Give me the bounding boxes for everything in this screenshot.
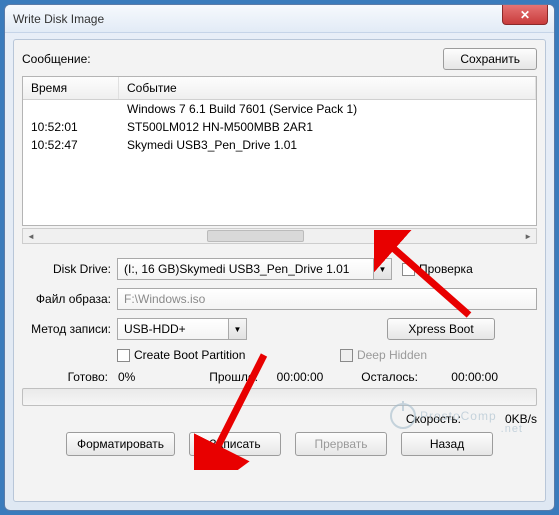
chevron-down-icon: ▼	[373, 259, 391, 279]
annotation-arrow-icon	[374, 230, 484, 330]
elapsed-value: 00:00:00	[262, 370, 338, 384]
abort-button: Прервать	[295, 432, 387, 456]
col-event-header[interactable]: Событие	[119, 77, 536, 99]
log-time: 10:52:01	[23, 118, 119, 136]
close-button[interactable]: ✕	[502, 5, 548, 25]
elapsed-label: Прошло:	[186, 370, 258, 384]
image-file-label: Файл образа:	[22, 292, 117, 306]
format-button[interactable]: Форматировать	[66, 432, 175, 456]
disk-drive-select[interactable]: (I:, 16 GB)Skymedi USB3_Pen_Drive 1.01 ▼	[117, 258, 392, 280]
image-file-field[interactable]: F:\Windows.iso	[117, 288, 537, 310]
message-label: Сообщение:	[22, 52, 112, 66]
window-title: Write Disk Image	[13, 12, 104, 26]
image-file-value: F:\Windows.iso	[124, 292, 205, 306]
log-row[interactable]: 10:52:47 Skymedi USB3_Pen_Drive 1.01	[23, 136, 536, 154]
create-boot-checkbox[interactable]	[117, 349, 130, 362]
scroll-left-icon[interactable]: ◄	[23, 232, 39, 241]
watermark-text: ProstoComp	[420, 409, 497, 423]
watermark: ProstoComp .net	[390, 403, 523, 429]
disk-drive-value: (I:, 16 GB)Skymedi USB3_Pen_Drive 1.01	[124, 262, 349, 276]
write-button[interactable]: Записать	[189, 432, 281, 456]
back-button[interactable]: Назад	[401, 432, 493, 456]
log-row[interactable]: Windows 7 6.1 Build 7601 (Service Pack 1…	[23, 100, 536, 118]
deep-hidden-checkbox	[340, 349, 353, 362]
remain-label: Осталось:	[342, 370, 418, 384]
log-time	[23, 100, 119, 118]
write-method-select[interactable]: USB-HDD+ ▼	[117, 318, 247, 340]
xpress-boot-button[interactable]: Xpress Boot	[387, 318, 495, 340]
log-event: Windows 7 6.1 Build 7601 (Service Pack 1…	[119, 100, 536, 118]
deep-hidden-label: Deep Hidden	[357, 348, 427, 362]
power-icon	[390, 403, 416, 429]
window: Write Disk Image ✕ Сообщение: Сохранить …	[4, 4, 555, 511]
log-row[interactable]: 10:52:01 ST500LM012 HN-M500MBB 2AR1	[23, 118, 536, 136]
log-time: 10:52:47	[23, 136, 119, 154]
log-listview[interactable]: Время Событие Windows 7 6.1 Build 7601 (…	[22, 76, 537, 226]
client-area: Сообщение: Сохранить Время Событие Windo…	[13, 39, 546, 502]
ready-label: Готово:	[22, 370, 114, 384]
col-time-header[interactable]: Время	[23, 77, 119, 99]
disk-drive-label: Disk Drive:	[22, 262, 117, 276]
verify-label: Проверка	[419, 262, 473, 276]
write-method-value: USB-HDD+	[124, 322, 186, 336]
percent-value: 0%	[118, 370, 182, 384]
save-button[interactable]: Сохранить	[443, 48, 537, 70]
verify-checkbox[interactable]	[402, 263, 415, 276]
chevron-down-icon: ▼	[228, 319, 246, 339]
scroll-right-icon[interactable]: ►	[520, 232, 536, 241]
watermark-suffix: .net	[501, 423, 523, 435]
remain-value: 00:00:00	[422, 370, 498, 384]
scroll-thumb[interactable]	[207, 230, 303, 242]
write-method-label: Метод записи:	[22, 322, 117, 336]
horizontal-scrollbar[interactable]: ◄ ►	[22, 228, 537, 244]
log-event: Skymedi USB3_Pen_Drive 1.01	[119, 136, 536, 154]
titlebar: Write Disk Image	[5, 5, 554, 33]
log-event: ST500LM012 HN-M500MBB 2AR1	[119, 118, 536, 136]
close-icon: ✕	[520, 8, 530, 22]
log-header: Время Событие	[23, 77, 536, 100]
create-boot-label: Create Boot Partition	[134, 348, 245, 362]
